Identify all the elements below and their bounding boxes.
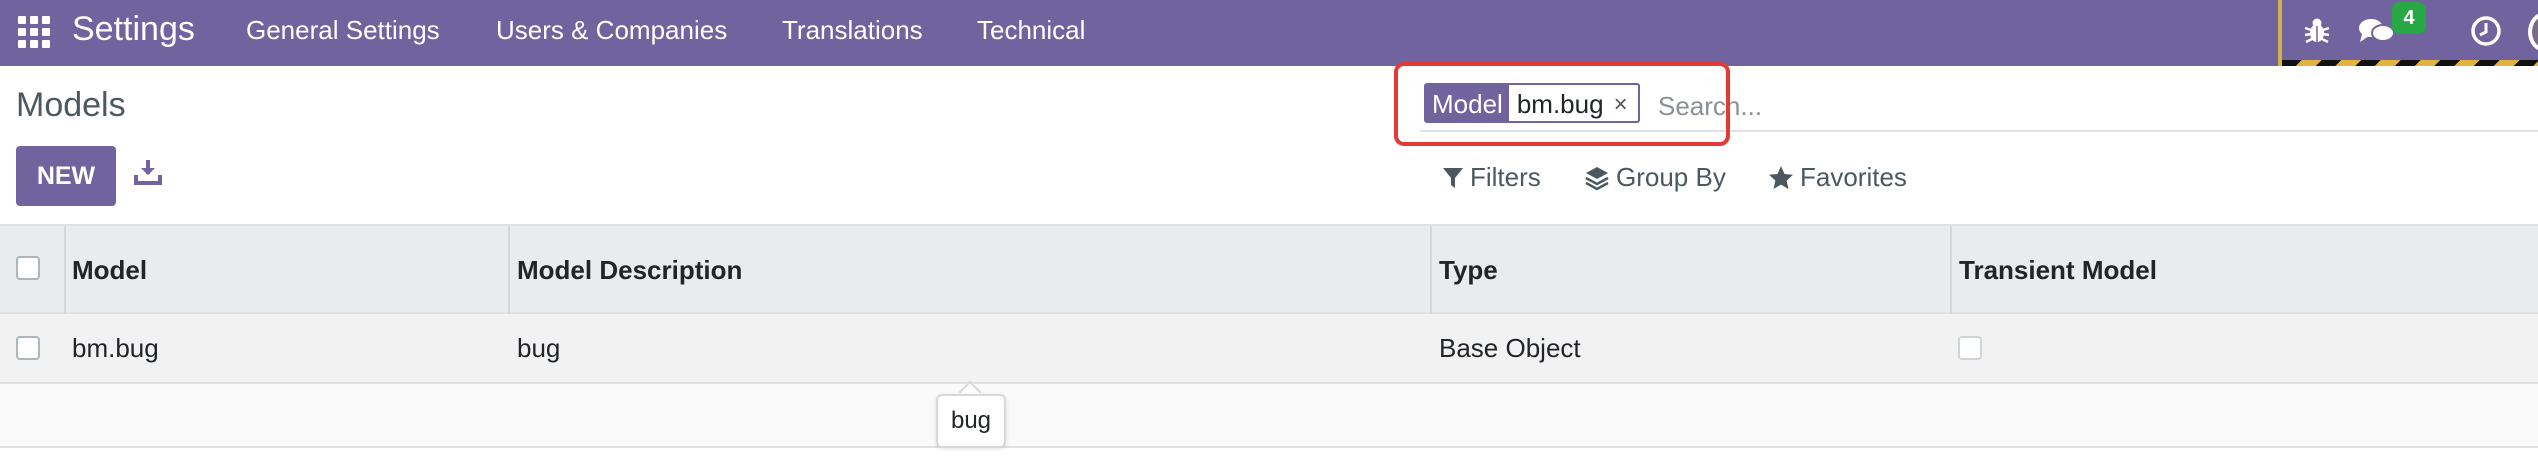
group-by-label: Group By [1616, 162, 1726, 192]
empty-row [0, 384, 2538, 448]
filter-icon [1443, 167, 1463, 188]
facet-label: Model [1426, 85, 1509, 121]
chat-icon[interactable] [2358, 16, 2396, 51]
user-avatar[interactable] [2528, 12, 2538, 52]
menu-technical[interactable]: Technical [977, 15, 1085, 46]
row-select-checkbox[interactable] [16, 336, 40, 360]
app-brand[interactable]: Settings [72, 10, 195, 49]
search-facet: Model bm.bug × [1424, 83, 1640, 123]
column-header-type[interactable]: Type [1439, 226, 1498, 314]
favorites-button[interactable]: Favorites [1768, 162, 1907, 193]
page-title: Models [16, 86, 126, 124]
cell-type[interactable]: Base Object [1439, 314, 1581, 382]
debug-stripes [2282, 60, 2538, 66]
new-button[interactable]: NEW [16, 146, 116, 206]
models-list: Model Model Description Type Transient M… [0, 224, 2538, 448]
favorites-label: Favorites [1800, 162, 1907, 192]
menu-translations[interactable]: Translations [782, 15, 923, 46]
group-by-button[interactable]: Group By [1584, 162, 1726, 193]
search-input[interactable] [1658, 88, 2358, 124]
column-separator [508, 226, 510, 314]
bug-icon[interactable] [2302, 14, 2332, 51]
filters-label: Filters [1470, 162, 1541, 192]
filters-button[interactable]: Filters [1442, 162, 1541, 193]
download-icon[interactable] [134, 158, 162, 191]
table-row[interactable]: bm.bug bug Base Object [0, 314, 2538, 384]
apps-grid-icon[interactable] [16, 14, 50, 48]
facet-value: bm.bug [1516, 89, 1604, 119]
tooltip: bug [936, 394, 1006, 448]
column-separator [1950, 226, 1952, 314]
layers-icon [1585, 166, 1609, 190]
facet-remove-button[interactable]: × [1610, 85, 1638, 121]
select-all-checkbox[interactable] [16, 256, 40, 280]
column-separator [64, 226, 66, 314]
column-header-description[interactable]: Model Description [517, 226, 742, 314]
search-bar: Model bm.bug × [1420, 80, 2538, 132]
column-header-transient[interactable]: Transient Model [1959, 226, 2157, 314]
column-header-model[interactable]: Model [72, 226, 147, 314]
top-navbar: Settings General Settings Users & Compan… [0, 0, 2538, 66]
transient-checkbox [1958, 336, 1982, 360]
menu-users-companies[interactable]: Users & Companies [496, 15, 727, 46]
systray: 4 [2278, 0, 2538, 66]
star-icon [1769, 165, 1793, 189]
messages-badge: 4 [2392, 2, 2426, 34]
cell-description[interactable]: bug [517, 314, 560, 382]
column-separator [1430, 226, 1432, 314]
cell-model[interactable]: bm.bug [72, 314, 159, 382]
table-header: Model Model Description Type Transient M… [0, 224, 2538, 314]
menu-general-settings[interactable]: General Settings [246, 15, 440, 46]
clock-icon[interactable] [2470, 15, 2502, 52]
